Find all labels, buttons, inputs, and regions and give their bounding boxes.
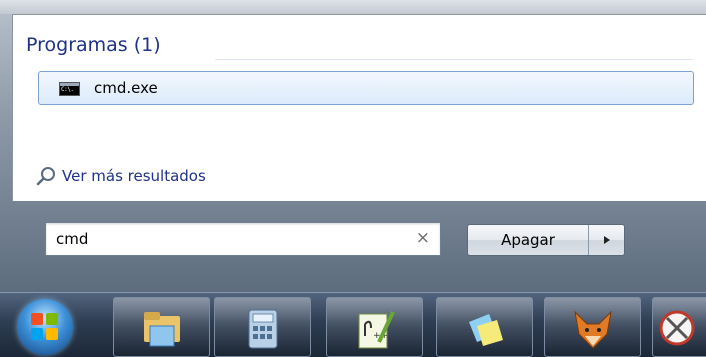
windows-start-orb[interactable] <box>17 299 73 355</box>
taskbar: ++ <box>0 292 706 357</box>
command-prompt-icon: C:\. <box>59 82 80 96</box>
taskbar-snipping-tool-button[interactable] <box>652 297 706 357</box>
taskbar-explorer-button[interactable] <box>113 297 210 357</box>
chevron-right-icon <box>603 236 610 244</box>
fox-app-icon <box>573 310 612 349</box>
windows-logo-icon <box>31 313 59 341</box>
search-input-value: cmd <box>56 230 89 248</box>
search-result-cmd[interactable]: C:\. cmd.exe <box>38 71 694 105</box>
shutdown-split-button: Apagar <box>467 224 625 256</box>
clear-search-icon[interactable]: × <box>416 228 430 248</box>
notepad-plus-plus-icon: ++ <box>358 311 395 349</box>
shutdown-button[interactable]: Apagar <box>468 225 589 255</box>
windows-explorer-icon <box>143 312 180 347</box>
start-menu-top-edge <box>0 0 706 14</box>
taskbar-notepad-plus-plus-button[interactable]: ++ <box>326 297 423 357</box>
search-icon <box>36 167 55 186</box>
search-result-label: cmd.exe <box>94 79 158 97</box>
sticky-notes-icon <box>468 314 503 346</box>
taskbar-fox-app-button[interactable] <box>544 297 641 357</box>
shutdown-options-arrow[interactable] <box>589 225 624 255</box>
search-row: cmd × Apagar <box>12 200 706 270</box>
start-search-input[interactable]: cmd × <box>45 222 441 256</box>
group-header-divider <box>215 59 693 60</box>
taskbar-sticky-notes-button[interactable] <box>436 297 533 357</box>
programs-group-header: Programas (1) <box>26 34 161 56</box>
taskbar-calculator-button[interactable] <box>214 297 311 357</box>
snipping-tool-icon <box>659 310 695 346</box>
see-more-results-link[interactable]: Ver más resultados <box>36 165 206 187</box>
calculator-icon <box>248 309 277 349</box>
see-more-label: Ver más resultados <box>62 167 206 185</box>
